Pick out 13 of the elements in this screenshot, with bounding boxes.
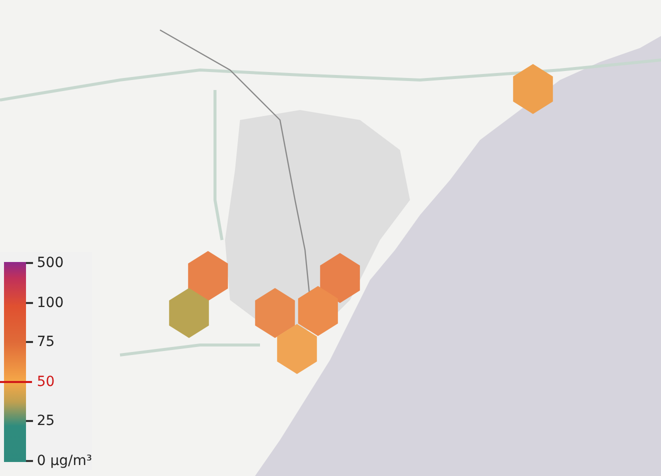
scale-label: 100 [36, 294, 64, 311]
scale-label: 500 [36, 255, 64, 271]
scale-label: 50 [36, 374, 55, 390]
scale-label: 0 μg/m³ [36, 452, 92, 469]
hexagon-cell[interactable] [320, 253, 360, 303]
scale-label: 75 [36, 334, 55, 350]
hexagon-cell[interactable] [188, 251, 228, 301]
hexagon-cell[interactable] [169, 288, 209, 338]
scale-label: 25 [36, 413, 55, 430]
hexagon-cell[interactable] [277, 324, 317, 374]
hexagon-cell[interactable] [255, 288, 295, 338]
hexagon-cell[interactable] [513, 64, 553, 114]
hexagon-cell[interactable] [298, 286, 338, 336]
